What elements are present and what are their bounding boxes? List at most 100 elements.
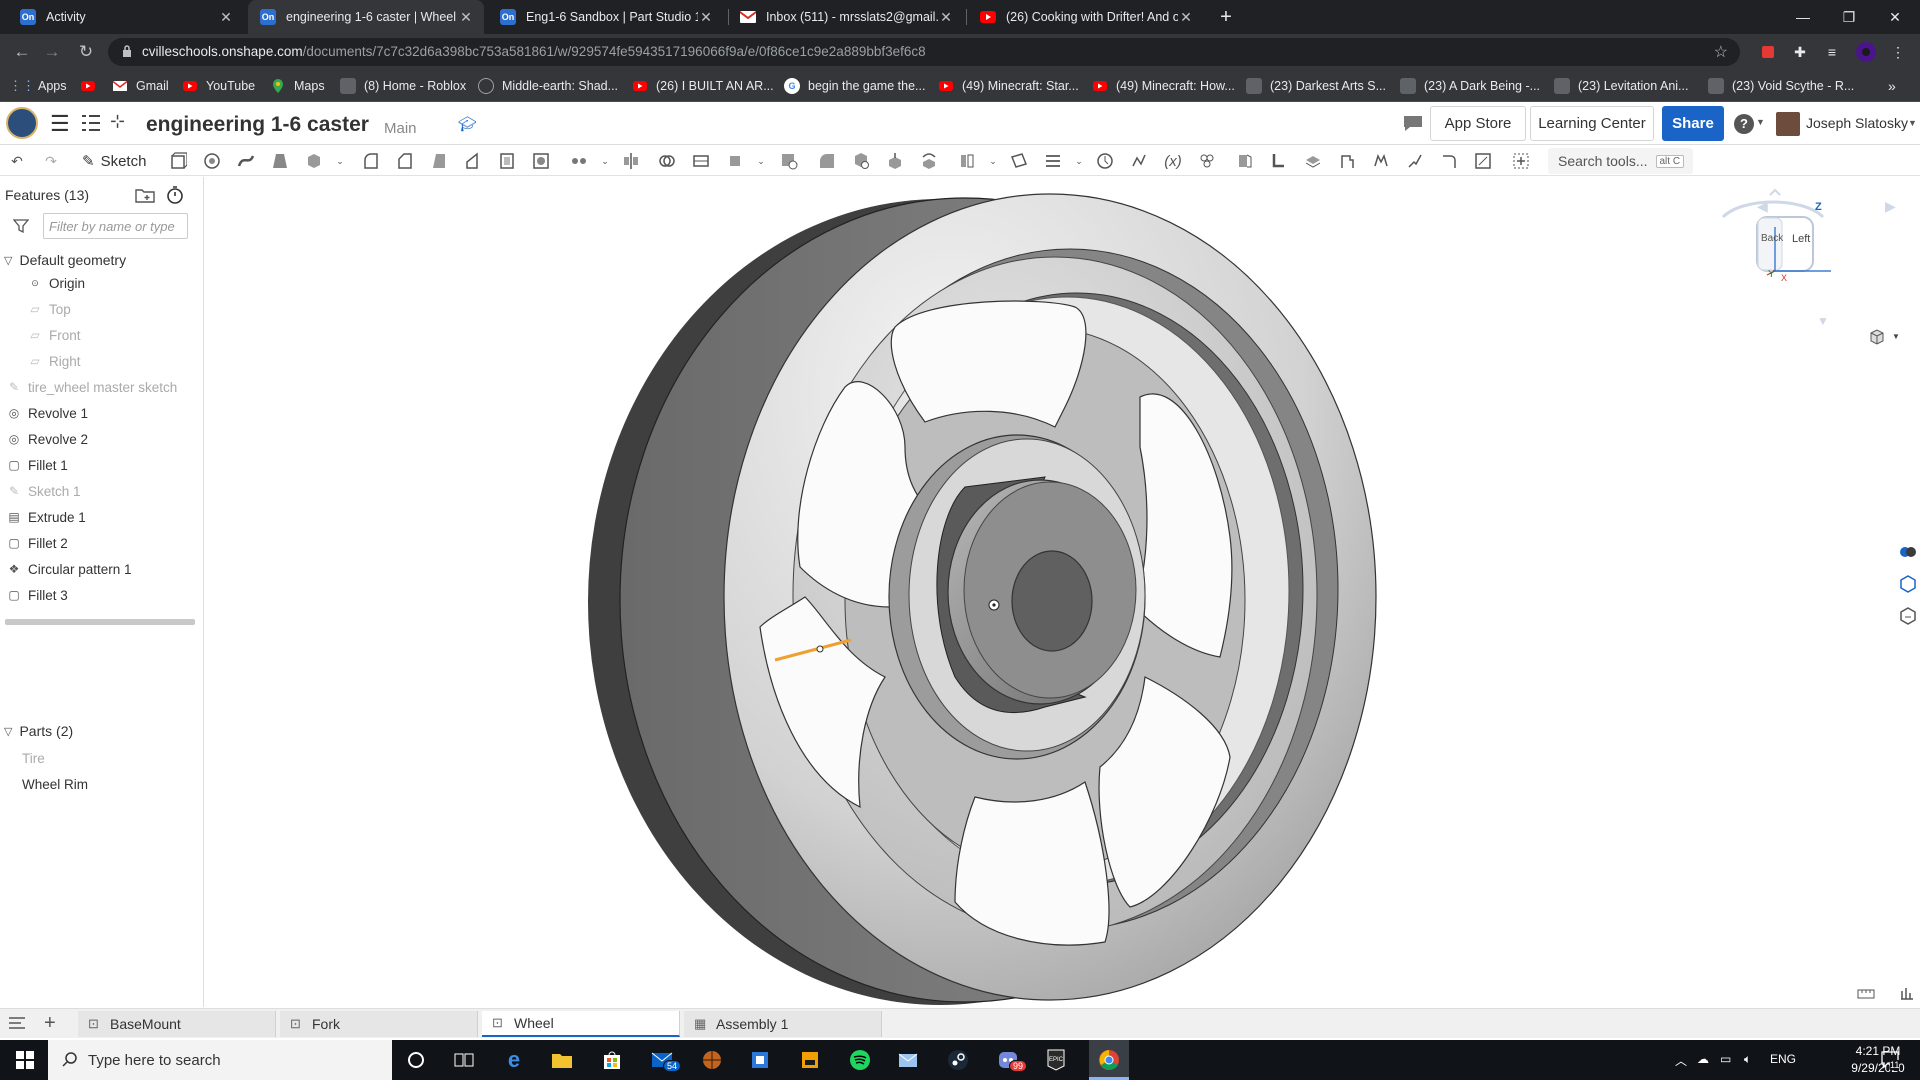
forward-arrow-icon[interactable]: →	[40, 40, 64, 64]
shell-icon[interactable]	[496, 151, 518, 171]
mirror-icon[interactable]	[620, 151, 642, 171]
insert-icon[interactable]: ⊹	[110, 111, 125, 132]
onedrive-icon[interactable]: ☁	[1697, 1052, 1709, 1066]
plane-icon[interactable]	[1008, 151, 1030, 171]
close-icon[interactable]: ✕	[1178, 9, 1194, 26]
back-arrow-icon[interactable]: ←	[10, 40, 34, 64]
bookmarks-overflow-icon[interactable]: »	[1888, 76, 1896, 96]
avatar[interactable]	[1776, 112, 1800, 136]
rotate-down-icon[interactable]: ▼	[1817, 314, 1829, 328]
bend-relief-icon[interactable]	[1336, 151, 1358, 171]
chevron-down-icon[interactable]: ▼	[1756, 117, 1765, 127]
default-geometry-group[interactable]: ▽ Default geometry	[4, 252, 126, 268]
spotify-icon[interactable]	[845, 1046, 875, 1074]
close-window-button[interactable]: ✕	[1872, 0, 1918, 34]
learning-center-button[interactable]: Learning Center	[1530, 106, 1654, 141]
rotate-right-icon[interactable]: ▶	[1885, 198, 1896, 215]
rib-icon[interactable]	[462, 151, 484, 171]
bookmark-dark-being[interactable]: (23) A Dark Being -...	[1400, 76, 1540, 96]
profile-avatar-icon[interactable]	[1856, 42, 1876, 62]
document-title[interactable]: engineering 1-6 caster	[146, 113, 369, 137]
transform-icon[interactable]	[724, 151, 746, 171]
fillet-icon[interactable]	[360, 151, 382, 171]
boolean-icon[interactable]	[656, 151, 678, 171]
notifications-icon[interactable]: 11	[1880, 1049, 1900, 1070]
store-icon[interactable]	[597, 1046, 627, 1074]
volume-icon[interactable]: 🔈︎	[1744, 1052, 1751, 1067]
taskbar-search-box[interactable]: Type here to search	[48, 1040, 392, 1080]
bookmark-youtube-arc[interactable]: (26) I BUILT AN AR...	[632, 76, 774, 96]
puzzle-icon[interactable]: ✚	[1790, 42, 1810, 62]
delete-face-icon[interactable]	[850, 151, 872, 171]
chamfer-icon[interactable]	[394, 151, 416, 171]
app-orange-icon[interactable]	[795, 1046, 825, 1074]
revolve-icon[interactable]	[201, 151, 223, 171]
feature-front-plane[interactable]: ▱ Front	[27, 325, 80, 345]
cortana-icon[interactable]	[401, 1046, 431, 1074]
variable-icon[interactable]: (x)	[1162, 151, 1184, 171]
show-hidden-icons[interactable]: ︿	[1675, 1052, 1687, 1069]
feature-filter-input[interactable]: Filter by name or type	[43, 213, 188, 239]
feature-master-sketch[interactable]: ✎ tire_wheel master sketch	[6, 377, 177, 397]
rollback-bar[interactable]	[5, 619, 195, 625]
feature-fillet-3[interactable]: ▢ Fillet 3	[6, 585, 67, 605]
app-blue-icon[interactable]	[745, 1046, 775, 1074]
chevron-down-icon[interactable]: ⌄	[329, 151, 351, 171]
split-icon[interactable]	[690, 151, 712, 171]
sweep-icon[interactable]	[235, 151, 257, 171]
tab-wheel[interactable]: ⊡ Wheel	[482, 1011, 680, 1037]
bookmark-minecraft-star[interactable]: (49) Minecraft: Star...	[938, 76, 1079, 96]
sheet-metal-icon[interactable]	[1234, 151, 1256, 171]
draft-icon[interactable]	[428, 151, 450, 171]
analysis-icon[interactable]	[1899, 985, 1915, 1001]
epic-games-icon[interactable]: EPIC	[1041, 1046, 1071, 1074]
restore-button[interactable]: ❐	[1826, 0, 1872, 34]
browser-tab-gmail[interactable]: Inbox (511) - mrsslats2@gmail.co ✕	[728, 0, 964, 34]
feature-origin[interactable]: ⊙ Origin	[27, 273, 85, 293]
task-view-icon[interactable]	[449, 1046, 479, 1074]
bookmark-maps[interactable]: Maps	[270, 76, 325, 96]
corner-icon[interactable]	[1438, 151, 1460, 171]
chevron-down-icon[interactable]: ⌄	[594, 151, 616, 171]
bookmark-levitation[interactable]: (23) Levitation Ani...	[1554, 76, 1688, 96]
mail-icon[interactable]: 54	[647, 1046, 682, 1074]
form-icon[interactable]	[1370, 151, 1392, 171]
extension-red-icon[interactable]	[1758, 42, 1778, 62]
add-custom-feature-icon[interactable]	[1510, 151, 1532, 171]
sheet-metal-table-icon[interactable]	[1472, 151, 1494, 171]
delete-part-icon[interactable]	[778, 151, 800, 171]
graduation-cap-icon[interactable]: 🎓︎	[458, 115, 477, 133]
tab-icon[interactable]	[1302, 151, 1324, 171]
bookmark-google-search[interactable]: Gbegin the game the...	[784, 76, 925, 96]
browser-tab-sandbox[interactable]: On Eng1-6 Sandbox | Part Studio 1 ✕	[488, 0, 724, 34]
browser-tab-activity[interactable]: On Activity ✕	[8, 0, 244, 34]
onshape-logo-icon[interactable]	[6, 107, 38, 139]
user-name[interactable]: Joseph Slatosky	[1806, 115, 1908, 131]
media-queue-icon[interactable]: ≡	[1822, 42, 1842, 62]
language-indicator[interactable]: ENG	[1770, 1052, 1796, 1066]
browser-tab-wheel[interactable]: On engineering 1-6 caster | Wheel ✕	[248, 0, 484, 34]
feature-revolve-2[interactable]: ◎ Revolve 2	[6, 429, 88, 449]
wheel-model[interactable]	[205, 177, 1920, 1007]
system-clock[interactable]: 4:21 PM 9/29/2020	[1843, 1043, 1913, 1077]
bookmark-minecraft-how[interactable]: (49) Minecraft: How...	[1092, 76, 1235, 96]
replace-face-icon[interactable]	[918, 151, 940, 171]
close-icon[interactable]: ✕	[458, 9, 474, 26]
undo-icon[interactable]: ↶	[6, 151, 28, 171]
browser-tab-youtube[interactable]: (26) Cooking with Drifter! And ot ✕	[968, 0, 1204, 34]
close-icon[interactable]: ✕	[938, 9, 954, 26]
share-button[interactable]: Share	[1662, 106, 1724, 141]
bookmark-void-scythe[interactable]: (23) Void Scythe - R...	[1708, 76, 1854, 96]
tab-assembly-1[interactable]: ▦ Assembly 1	[684, 1011, 882, 1037]
modify-fillet-icon[interactable]	[816, 151, 838, 171]
app-mail-blue-icon[interactable]	[893, 1046, 923, 1074]
chevron-down-icon[interactable]: ▼	[1908, 118, 1917, 128]
bookmark-middle-earth[interactable]: Middle-earth: Shad...	[478, 76, 618, 96]
feature-top-plane[interactable]: ▱ Top	[27, 299, 70, 319]
chevron-down-icon[interactable]: ⌄	[1068, 151, 1090, 171]
graphics-viewport[interactable]: Back Left Z Y X ◀ ▶ ▼ ▼	[205, 177, 1920, 1007]
comment-icon[interactable]	[1402, 114, 1424, 132]
extrude-icon[interactable]	[167, 151, 189, 171]
thicken-icon[interactable]	[303, 151, 325, 171]
loft-icon[interactable]	[269, 151, 291, 171]
